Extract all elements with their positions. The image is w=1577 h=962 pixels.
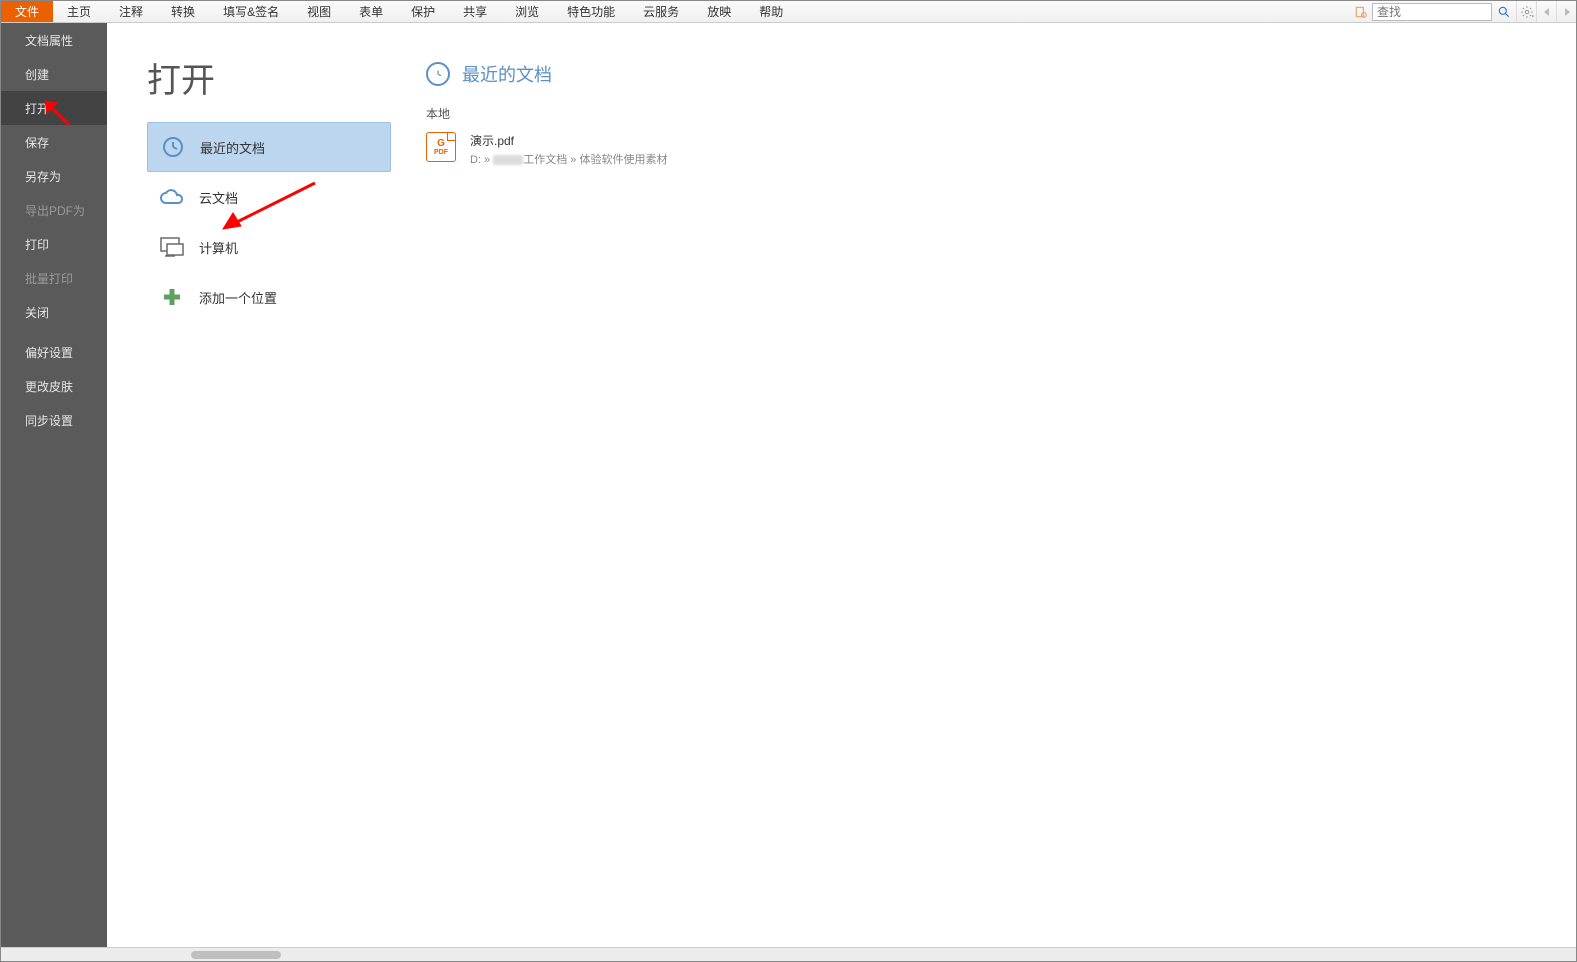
- menu-tab-help[interactable]: 帮助: [745, 1, 797, 22]
- location-cloud[interactable]: 云文档: [147, 172, 391, 222]
- main-area: 文档属性 创建 打开 保存 另存为 导出PDF为 打印 批量打印 关闭 偏好设置…: [1, 23, 1576, 947]
- search-input[interactable]: [1372, 3, 1492, 21]
- menu-tab-browse[interactable]: 浏览: [501, 1, 553, 22]
- sidebar-item-save[interactable]: 保存: [1, 125, 107, 159]
- sidebar-item-print[interactable]: 打印: [1, 227, 107, 261]
- find-in-doc-icon[interactable]: [1352, 1, 1370, 22]
- open-content: 打开 最近的文档 云文档 计算机: [107, 23, 1576, 947]
- menu-tab-share[interactable]: 共享: [449, 1, 501, 22]
- sidebar-item-open[interactable]: 打开: [1, 91, 107, 125]
- location-add[interactable]: 添加一个位置: [147, 272, 391, 322]
- file-path: D: » 工作文档 » 体验软件使用素材: [470, 151, 667, 167]
- blurred-segment: [493, 155, 523, 165]
- sidebar-item-close[interactable]: 关闭: [1, 295, 107, 329]
- location-computer-label: 计算机: [199, 238, 238, 257]
- location-recent-label: 最近的文档: [200, 138, 265, 157]
- sidebar-item-saveas[interactable]: 另存为: [1, 159, 107, 193]
- recent-header: 最近的文档: [426, 61, 1576, 87]
- location-recent[interactable]: 最近的文档: [147, 122, 391, 172]
- menu-tab-cloud[interactable]: 云服务: [629, 1, 693, 22]
- menu-tab-view[interactable]: 视图: [293, 1, 345, 22]
- pdf-icon: G PDF: [426, 132, 456, 162]
- search-go-icon[interactable]: [1492, 1, 1516, 22]
- statusbar: [1, 947, 1576, 961]
- location-computer[interactable]: 计算机: [147, 222, 391, 272]
- sidebar-item-preferences[interactable]: 偏好设置: [1, 335, 107, 369]
- sidebar-item-sync[interactable]: 同步设置: [1, 403, 107, 437]
- sidebar-item-create[interactable]: 创建: [1, 57, 107, 91]
- menu-tab-features[interactable]: 特色功能: [553, 1, 629, 22]
- menu-tab-slideshow[interactable]: 放映: [693, 1, 745, 22]
- location-cloud-label: 云文档: [199, 188, 238, 207]
- menu-tab-fill-sign[interactable]: 填写&签名: [209, 1, 293, 22]
- sidebar-item-export[interactable]: 导出PDF为: [1, 193, 107, 227]
- file-sidebar: 文档属性 创建 打开 保存 另存为 导出PDF为 打印 批量打印 关闭 偏好设置…: [1, 23, 107, 947]
- computer-icon: [159, 234, 185, 260]
- locations-column: 打开 最近的文档 云文档 计算机: [107, 23, 392, 947]
- menu-tab-comment[interactable]: 注释: [105, 1, 157, 22]
- sidebar-item-properties[interactable]: 文档属性: [1, 23, 107, 57]
- location-add-label: 添加一个位置: [199, 288, 277, 307]
- file-info: 演示.pdf D: » 工作文档 » 体验软件使用素材: [470, 132, 667, 167]
- recent-files-column: 最近的文档 本地 G PDF 演示.pdf D: » 工作文档 » 体验软件使用…: [392, 23, 1576, 947]
- page-title: 打开: [147, 53, 392, 102]
- clock-icon: [426, 62, 450, 86]
- menu-tab-protect[interactable]: 保护: [397, 1, 449, 22]
- plus-icon: [159, 284, 185, 310]
- recent-header-title: 最近的文档: [462, 61, 552, 87]
- recent-file-row[interactable]: G PDF 演示.pdf D: » 工作文档 » 体验软件使用素材: [426, 128, 1576, 171]
- sidebar-item-batchprint[interactable]: 批量打印: [1, 261, 107, 295]
- nav-next-icon[interactable]: [1556, 1, 1576, 22]
- menu-tab-home[interactable]: 主页: [53, 1, 105, 22]
- file-name: 演示.pdf: [470, 132, 667, 149]
- sidebar-item-skin[interactable]: 更改皮肤: [1, 369, 107, 403]
- settings-dropdown-icon[interactable]: [1516, 1, 1536, 22]
- nav-prev-icon[interactable]: [1536, 1, 1556, 22]
- scrollbar-thumb[interactable]: [191, 951, 281, 959]
- cloud-icon: [159, 184, 185, 210]
- menu-tab-form[interactable]: 表单: [345, 1, 397, 22]
- menubar: 文件 主页 注释 转换 填写&签名 视图 表单 保护 共享 浏览 特色功能 云服…: [1, 1, 1576, 23]
- menu-tab-file[interactable]: 文件: [1, 1, 53, 22]
- menu-tab-convert[interactable]: 转换: [157, 1, 209, 22]
- recent-group-label: 本地: [426, 105, 1576, 122]
- clock-icon: [160, 134, 186, 160]
